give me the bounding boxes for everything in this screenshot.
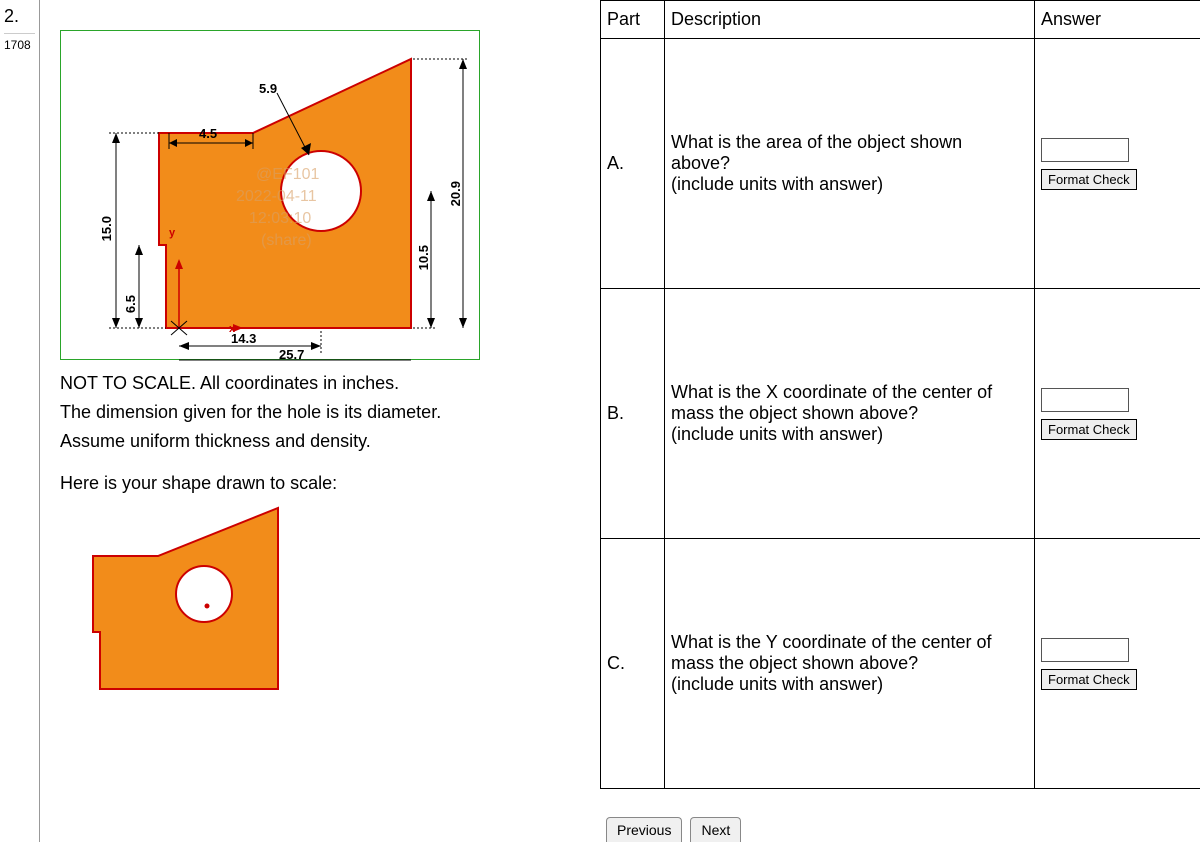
- scale-lead: Here is your shape drawn to scale:: [60, 473, 580, 494]
- notes: NOT TO SCALE. All coordinates in inches.…: [60, 370, 580, 455]
- answer-cell-b: Format Check: [1035, 289, 1200, 539]
- question-points: 1708: [4, 34, 35, 52]
- table-row: A. What is the area of the object shown …: [601, 39, 1200, 289]
- format-check-button-a[interactable]: Format Check: [1041, 169, 1137, 190]
- nav-buttons: Previous Next: [606, 817, 741, 842]
- scaled-shape: [60, 504, 320, 704]
- note-line-3: Assume uniform thickness and density.: [60, 428, 580, 455]
- header-answer: Answer: [1035, 1, 1200, 39]
- question-number-column: 2. 1708: [0, 0, 40, 842]
- axis-y-label: y: [169, 227, 175, 239]
- header-description: Description: [665, 1, 1035, 39]
- answer-cell-c: Format Check: [1035, 539, 1200, 789]
- dim-25-7: 25.7: [279, 347, 304, 362]
- svg-text:2022-04-11: 2022-04-11: [236, 188, 317, 205]
- desc-b: What is the X coordinate of the center o…: [665, 289, 1035, 539]
- dimensioned-figure: @EF101 2022-04-11 12:03:10 (share): [60, 30, 480, 360]
- next-button[interactable]: Next: [690, 817, 741, 842]
- dim-5-9: 5.9: [259, 81, 277, 96]
- header-part: Part: [601, 1, 665, 39]
- answer-table: Part Description Answer A. What is the a…: [600, 0, 1200, 789]
- table-row: B. What is the X coordinate of the cente…: [601, 289, 1200, 539]
- part-label-a: A.: [601, 39, 665, 289]
- dim-6-5: 6.5: [123, 295, 138, 313]
- dim-4-5: 4.5: [199, 126, 217, 141]
- desc-a: What is the area of the object shown abo…: [665, 39, 1035, 289]
- dim-20-9: 20.9: [448, 181, 463, 206]
- dim-10-5: 10.5: [416, 245, 431, 270]
- question-number: 2.: [4, 6, 35, 34]
- answer-input-a[interactable]: [1041, 138, 1129, 162]
- answer-table-column: Part Description Answer A. What is the a…: [600, 0, 1200, 842]
- previous-button[interactable]: Previous: [606, 817, 682, 842]
- answer-input-b[interactable]: [1041, 388, 1129, 412]
- table-row: C. What is the Y coordinate of the cente…: [601, 539, 1200, 789]
- svg-text:12:03:10: 12:03:10: [249, 210, 311, 227]
- note-line-2: The dimension given for the hole is its …: [60, 399, 580, 426]
- desc-c: What is the Y coordinate of the center o…: [665, 539, 1035, 789]
- part-label-c: C.: [601, 539, 665, 789]
- answer-cell-a: Format Check: [1035, 39, 1200, 289]
- svg-text:@EF101: @EF101: [256, 166, 319, 183]
- note-line-1: NOT TO SCALE. All coordinates in inches.: [60, 370, 580, 397]
- format-check-button-c[interactable]: Format Check: [1041, 669, 1137, 690]
- answer-input-c[interactable]: [1041, 638, 1129, 662]
- content-column: @EF101 2022-04-11 12:03:10 (share): [40, 0, 600, 842]
- part-label-b: B.: [601, 289, 665, 539]
- axis-x-label: x: [229, 323, 235, 335]
- dim-15-0: 15.0: [99, 216, 114, 241]
- format-check-button-b[interactable]: Format Check: [1041, 419, 1137, 440]
- svg-text:(share): (share): [261, 232, 312, 249]
